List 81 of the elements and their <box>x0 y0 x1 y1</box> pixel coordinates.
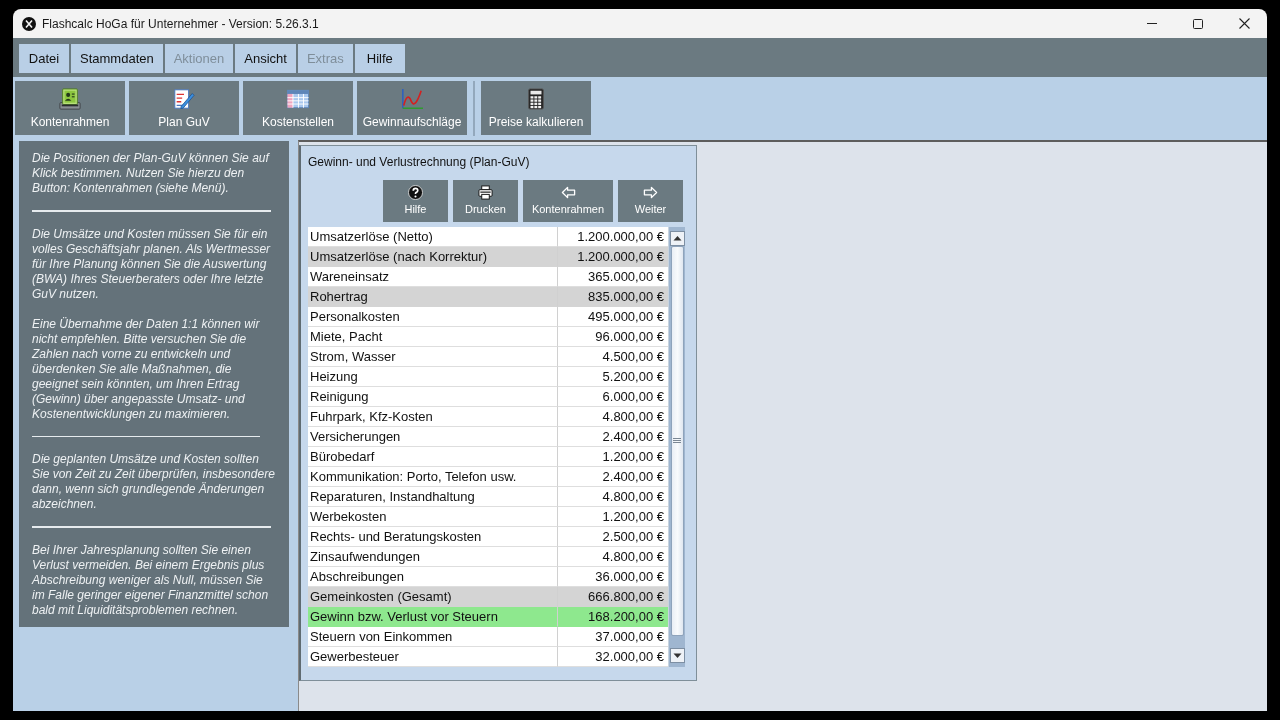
table-cell: 36.000,00 € <box>557 567 668 587</box>
table-cell: 37.000,00 € <box>557 627 668 647</box>
panel-button[interactable]: Drucken <box>453 180 518 222</box>
table-cell: Reparaturen, Instandhaltung <box>308 487 557 507</box>
info-paragraph: Die Umsätze und Kosten müssen Sie für ein volles Geschäftsjahr planen. Als Wertmesser für Ihre Planung können Sie die Auswertung (BWA) Ihres Steuerberaters oder Ihre letzte GuV nutzen. <box>32 226 272 302</box>
table-cell: Gewerbesteuer <box>308 647 557 667</box>
arrow-right-icon <box>643 185 658 200</box>
toolbar-button[interactable]: Preise kalkulieren <box>481 81 591 135</box>
table-cell: Abschreibungen <box>308 567 557 587</box>
arrow-left-icon <box>560 185 576 200</box>
table-cell: 1.200,00 € <box>557 447 668 467</box>
table-cell: Umsatzerlöse (nach Korrektur) <box>308 247 557 267</box>
table-cell: 1.200,00 € <box>557 507 668 527</box>
table-cell: 32.000,00 € <box>557 647 668 667</box>
panel-button[interactable]: Hilfe <box>383 180 448 222</box>
calculator-icon <box>525 88 547 110</box>
table-cell: 4.800,00 € <box>557 407 668 427</box>
maximize-icon[interactable] <box>1193 18 1203 29</box>
menu-item[interactable]: Hilfe <box>354 44 405 73</box>
table-cell: Umsatzerlöse (Netto) <box>308 227 557 247</box>
table-cell: 2.400,00 € <box>557 467 668 487</box>
panel-title: Gewinn- und Verlustrechnung (Plan-GuV) <box>308 155 531 170</box>
table-cell: Gewinn bzw. Verlust vor Steuern <box>308 607 557 627</box>
table-cell: 6.000,00 € <box>557 387 668 407</box>
table-cell: Wareneinsatz <box>308 267 557 287</box>
toolbar-button[interactable]: Kostenstellen <box>243 81 353 135</box>
close-icon[interactable] <box>1238 18 1250 29</box>
table-cell: Rohertrag <box>308 287 557 307</box>
table-cell: Gemeinkosten (Gesamt) <box>308 587 557 607</box>
table-cell: 2.500,00 € <box>557 527 668 547</box>
table-cell: Personalkosten <box>308 307 557 327</box>
table-cell: 168.200,00 € <box>557 607 668 627</box>
help-icon <box>408 185 423 200</box>
table-cell: Strom, Wasser <box>308 347 557 367</box>
table-cell: 96.000,00 € <box>557 327 668 347</box>
app-logo-icon <box>22 16 36 31</box>
grip-icon <box>673 438 681 444</box>
table-cell: 2.400,00 € <box>557 427 668 447</box>
document-pencil-icon <box>173 88 195 110</box>
info-paragraph: Eine Übernahme der Daten 1:1 können wir nicht empfehlen. Bitte versuchen Sie die Zahlen nach vorne zu entwickeln und überdenken Sie alle Maßnahmen, die geeignet sein könnten, um Ihren Ertrag (Gewinn) über angepasste Umsatz- und Kostenentwicklungen zu maximieren. <box>32 316 261 422</box>
menu-item[interactable]: Stammdaten <box>71 44 163 73</box>
table-cell: 5.200,00 € <box>557 367 668 387</box>
table-cell: 1.200.000,00 € <box>557 247 668 267</box>
table-cell: Werbekosten <box>308 507 557 527</box>
window-title: Flashcalc HoGa für Unternehmer - Version: 5.26.3.1 <box>42 16 319 31</box>
line-chart-icon <box>401 88 423 110</box>
table-cell: 4.800,00 € <box>557 547 668 567</box>
table-cell: 835.000,00 € <box>557 287 668 307</box>
table-cell: Kommunikation: Porto, Telefon usw. <box>308 467 557 487</box>
panel-button[interactable]: Kontenrahmen <box>523 180 613 222</box>
caret-up-icon[interactable] <box>669 231 685 246</box>
table-cell: 666.800,00 € <box>557 587 668 607</box>
table-cell: 4.500,00 € <box>557 347 668 367</box>
table-cell: 4.800,00 € <box>557 487 668 507</box>
table-cell: Miete, Pacht <box>308 327 557 347</box>
table-cell: Reinigung <box>308 387 557 407</box>
info-paragraph: Bei Ihrer Jahresplanung sollten Sie einen Verlust vermeiden. Bei einem Ergebnis plus Abschreibung weniger als Null, müssen Sie im Falle geringer eigener Finanzmittel schon bald mit Liquiditätsproblemen rechnen. <box>32 542 270 618</box>
table-cell: 1.200.000,00 € <box>557 227 668 247</box>
table-cell: Fuhrpark, Kfz-Kosten <box>308 407 557 427</box>
menu-item[interactable]: Datei <box>19 44 69 73</box>
printer-icon <box>478 185 493 200</box>
table-cell: 495.000,00 € <box>557 307 668 327</box>
toolbar-button[interactable]: Plan GuV <box>129 81 239 135</box>
table-cell: 365.000,00 € <box>557 267 668 287</box>
info-paragraph: Die geplanten Umsätze und Kosten sollten Sie von Zeit zu Zeit überprüfen, insbesondere dann, wenn sich grundlegende Änderungen abzeichnen. <box>32 452 276 512</box>
table-cell: Zinsaufwendungen <box>308 547 557 567</box>
table-cell: Bürobedarf <box>308 447 557 467</box>
info-paragraph: Die Positionen der Plan-GuV können Sie auf Klick bestimmen. Nutzen Sie hierzu den Button: Kontenrahmen (siehe Menü). <box>32 151 271 196</box>
scrollbar-track[interactable] <box>668 227 685 667</box>
toolbar-button[interactable]: Kontenrahmen <box>15 81 125 135</box>
scrollbar-thumb[interactable] <box>670 246 684 636</box>
table-cell: Rechts- und Beratungskosten <box>308 527 557 547</box>
menu-item[interactable]: Ansicht <box>235 44 296 73</box>
table-grid-icon <box>287 88 309 110</box>
caret-down-icon[interactable] <box>669 648 685 663</box>
panel-button[interactable]: Weiter <box>618 180 683 222</box>
contact-cards-icon <box>59 88 81 110</box>
table-cell: Steuern von Einkommen <box>308 627 557 647</box>
table-cell: Versicherungen <box>308 427 557 447</box>
toolbar-button[interactable]: Gewinnaufschläge <box>357 81 467 135</box>
table-cell: Heizung <box>308 367 557 387</box>
